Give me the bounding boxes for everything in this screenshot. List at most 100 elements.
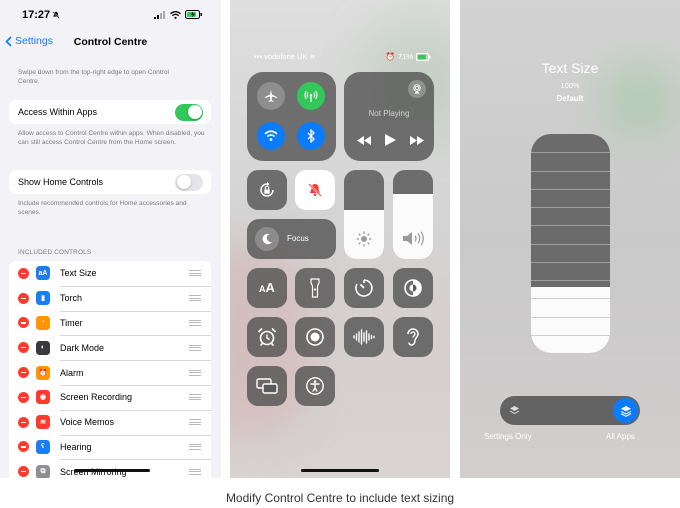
signal-dots-icon: ▪▪▪ [254, 52, 265, 61]
bluetooth-button[interactable] [297, 122, 325, 150]
remove-control-button[interactable] [18, 317, 29, 329]
control-label: Voice Memos [60, 417, 115, 428]
access-caption: Allow access to Control Centre within ap… [18, 130, 205, 146]
access-within-apps-label: Access Within Apps [18, 107, 98, 117]
access-within-apps-group: Access Within Apps [9, 100, 211, 124]
text-size-slider-fill [531, 287, 610, 353]
voice-memos-icon: ≋ [36, 415, 50, 430]
silent-mode-button[interactable] [295, 170, 335, 210]
remove-control-button[interactable] [18, 367, 29, 379]
media-controls [357, 134, 424, 146]
reorder-handle-icon[interactable] [189, 295, 201, 302]
volume-slider[interactable] [393, 170, 433, 259]
text-size-slider[interactable] [531, 134, 610, 353]
toggle-knob [176, 175, 191, 189]
hearing-button[interactable] [393, 317, 433, 357]
remove-control-button[interactable] [18, 466, 29, 478]
voice-memos-button[interactable] [344, 317, 384, 357]
slider-step-divider [531, 298, 610, 299]
settings-panel: 17:27 Settings Control Centre Swipe down… [0, 0, 221, 478]
remove-control-button[interactable] [18, 342, 29, 354]
silent-bell-icon [52, 11, 60, 19]
alarm-small-icon: ⏰ [385, 52, 395, 61]
wifi-button[interactable] [257, 122, 285, 150]
intro-caption: Swipe down from the top-right edge to op… [18, 69, 170, 85]
access-within-apps-toggle[interactable] [175, 103, 203, 121]
brightness-slider[interactable] [344, 170, 384, 259]
reorder-handle-icon[interactable] [189, 394, 201, 401]
screen-recording-button[interactable] [295, 317, 335, 357]
list-item: ◔ Timer [9, 310, 211, 336]
remove-control-button[interactable] [18, 267, 29, 279]
speaker-icon [403, 231, 424, 246]
screen-mirroring-icon: ⧉ [36, 464, 50, 478]
slider-step-divider [531, 207, 610, 208]
dark-mode-button[interactable] [393, 268, 433, 308]
slider-step-divider [531, 188, 610, 190]
focus-label: Focus [287, 234, 309, 243]
all-apps-button[interactable] [613, 398, 638, 423]
orientation-lock-button[interactable] [247, 170, 287, 210]
control-label: Dark Mode [60, 342, 105, 353]
hearing-icon [407, 328, 419, 346]
show-home-controls-row: Show Home Controls [9, 170, 211, 194]
slider-step-divider [531, 334, 610, 336]
text-size-button[interactable]: AA [247, 268, 287, 308]
remove-control-button[interactable] [18, 391, 29, 403]
reorder-handle-icon[interactable] [189, 270, 201, 277]
scope-toggle [500, 396, 640, 425]
settings-only-button[interactable] [507, 403, 522, 418]
reorder-handle-icon[interactable] [189, 443, 201, 450]
play-icon[interactable] [385, 134, 396, 146]
home-controls-group: Show Home Controls [9, 170, 211, 194]
fast-forward-icon[interactable] [410, 135, 424, 145]
timer-button[interactable] [344, 268, 384, 308]
control-centre-panel: ▪▪▪ vodafone UK ≋ ⏰ 71% Not Playing Focu… [230, 0, 450, 478]
screen-recording-icon [306, 328, 324, 346]
dark-mode-icon: ◐ [36, 340, 50, 355]
list-item: ⏰ Alarm [9, 360, 211, 385]
remove-control-button[interactable] [18, 416, 29, 428]
list-item: ◐ Dark Mode [9, 335, 211, 360]
remove-control-button[interactable] [18, 441, 29, 453]
focus-button[interactable]: Focus [247, 219, 336, 259]
connectivity-module [247, 72, 336, 161]
torch-icon [310, 278, 320, 298]
battery-status: ⏰ 71% [386, 52, 431, 61]
slider-step-divider [531, 261, 610, 263]
navigation-bar: Settings Control Centre [0, 32, 221, 54]
timer-icon [355, 279, 373, 297]
reorder-handle-icon[interactable] [189, 419, 201, 426]
remove-control-button[interactable] [18, 292, 29, 304]
slider-step-divider [531, 280, 610, 281]
text-size-percent: 100% [560, 81, 580, 90]
now-playing-module[interactable]: Not Playing [344, 72, 434, 161]
rewind-icon[interactable] [357, 135, 371, 145]
airplay-button[interactable] [408, 80, 426, 98]
alarm-button[interactable] [247, 317, 287, 357]
included-controls-header: INCLUDED CONTROLS [18, 249, 92, 256]
home-caption: Include recommended controls for Home ac… [18, 200, 187, 216]
reorder-handle-icon[interactable] [189, 319, 201, 326]
reorder-handle-icon[interactable] [189, 468, 201, 475]
control-label: Hearing [60, 441, 92, 452]
torch-button[interactable] [295, 268, 335, 308]
cellular-signal-icon [154, 10, 165, 19]
show-home-controls-toggle[interactable] [175, 173, 203, 191]
airplane-mode-button[interactable] [257, 82, 285, 110]
reorder-handle-icon[interactable] [189, 369, 201, 376]
control-label: Torch [60, 293, 83, 304]
antenna-icon [304, 90, 318, 102]
text-size-icon: aA [36, 266, 50, 281]
layers-single-icon [509, 406, 520, 415]
battery-charging-icon [185, 10, 202, 19]
screen-mirroring-button[interactable] [247, 366, 287, 406]
reorder-handle-icon[interactable] [189, 344, 201, 351]
torch-icon: ▮ [36, 291, 50, 306]
list-item: ≋ Voice Memos [9, 409, 211, 435]
settings-only-label: Settings Only [484, 432, 532, 441]
voice-memos-icon [353, 329, 375, 345]
list-item: aA Text Size [9, 261, 211, 286]
accessibility-shortcut-button[interactable] [295, 366, 335, 406]
cellular-data-button[interactable] [297, 82, 325, 110]
